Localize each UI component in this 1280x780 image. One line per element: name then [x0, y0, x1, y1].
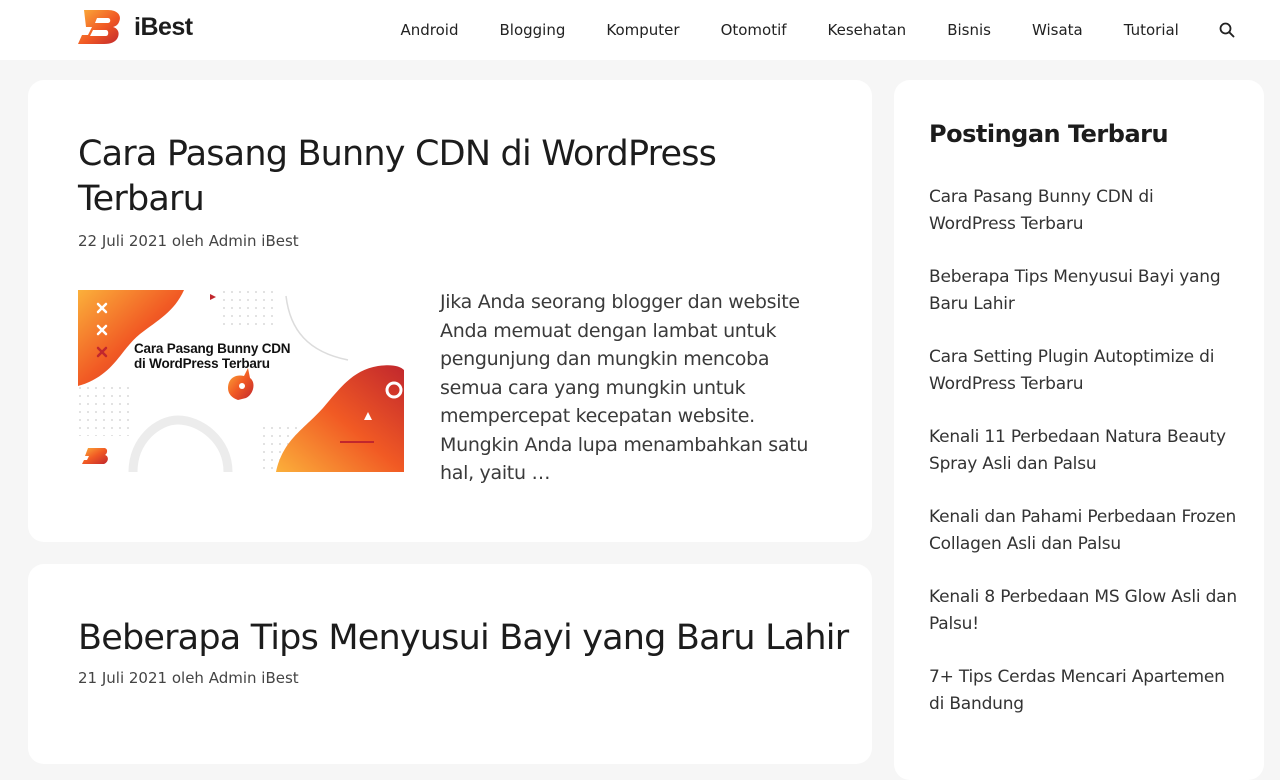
nav-item-android[interactable]: Android: [380, 21, 479, 39]
post-date[interactable]: 21 Juli 2021: [78, 669, 167, 687]
post-card: Beberapa Tips Menyusui Bayi yang Baru La…: [28, 564, 872, 764]
post-author[interactable]: Admin iBest: [209, 232, 299, 250]
post-by: oleh: [171, 232, 204, 250]
list-item: Cara Setting Plugin Autoptimize di WordP…: [929, 344, 1239, 424]
thumbnail-caption-line2: di WordPress Terbaru: [134, 356, 270, 371]
post-thumbnail[interactable]: Cara Pasang Bunny CDN di WordPress Terba…: [78, 290, 404, 472]
ibest-logo-icon: [78, 10, 120, 44]
list-item: Kenali 11 Perbedaan Natura Beauty Spray …: [929, 424, 1239, 504]
post-date[interactable]: 22 Juli 2021: [78, 232, 167, 250]
list-item: Cara Pasang Bunny CDN di WordPress Terba…: [929, 184, 1239, 264]
search-icon: [1219, 22, 1235, 38]
thumbnail-caption: Cara Pasang Bunny CDN di WordPress Terba…: [134, 341, 291, 371]
search-button[interactable]: [1199, 22, 1255, 38]
list-item: Beberapa Tips Menyusui Bayi yang Baru La…: [929, 264, 1239, 344]
thumbnail-graphic: [78, 290, 404, 472]
recent-posts-list: Cara Pasang Bunny CDN di WordPress Terba…: [929, 184, 1239, 744]
post-author[interactable]: Admin iBest: [209, 669, 299, 687]
recent-post-link[interactable]: Beberapa Tips Menyusui Bayi yang Baru La…: [929, 264, 1239, 318]
recent-post-link[interactable]: Cara Pasang Bunny CDN di WordPress Terba…: [929, 184, 1239, 238]
nav-item-blogging[interactable]: Blogging: [479, 21, 586, 39]
nav-item-bisnis[interactable]: Bisnis: [927, 21, 1012, 39]
site-logo[interactable]: iBest: [78, 8, 193, 46]
sidebar-widget: Postingan Terbaru Cara Pasang Bunny CDN …: [894, 80, 1264, 780]
nav-item-tutorial[interactable]: Tutorial: [1103, 21, 1199, 39]
list-item: Kenali dan Pahami Perbedaan Frozen Colla…: [929, 504, 1239, 584]
nav-item-kesehatan[interactable]: Kesehatan: [807, 21, 927, 39]
nav-item-komputer[interactable]: Komputer: [586, 21, 700, 39]
nav-item-wisata[interactable]: Wisata: [1011, 21, 1103, 39]
post-title-link[interactable]: Beberapa Tips Menyusui Bayi yang Baru La…: [78, 616, 858, 661]
post-meta: 21 Juli 2021 oleh Admin iBest: [78, 669, 299, 687]
list-item: 7+ Tips Cerdas Mencari Apartemen di Band…: [929, 664, 1239, 744]
recent-post-link[interactable]: Kenali 11 Perbedaan Natura Beauty Spray …: [929, 424, 1239, 478]
main-nav: Android Blogging Komputer Otomotif Keseh…: [380, 0, 1255, 60]
site-name: iBest: [134, 12, 193, 41]
post-excerpt: Jika Anda seorang blogger dan website An…: [440, 291, 809, 484]
site-header: iBest Android Blogging Komputer Otomotif…: [0, 0, 1280, 60]
post-by: oleh: [171, 669, 204, 687]
recent-post-link[interactable]: Kenali 8 Perbedaan MS Glow Asli dan Pals…: [929, 584, 1239, 638]
list-item: Kenali 8 Perbedaan MS Glow Asli dan Pals…: [929, 584, 1239, 664]
post-card: Cara Pasang Bunny CDN di WordPress Terba…: [28, 80, 872, 542]
nav-item-otomotif[interactable]: Otomotif: [700, 21, 807, 39]
post-meta: 22 Juli 2021 oleh Admin iBest: [78, 232, 299, 250]
recent-post-link[interactable]: 7+ Tips Cerdas Mencari Apartemen di Band…: [929, 664, 1239, 718]
thumbnail-caption-line1: Cara Pasang Bunny CDN: [134, 341, 291, 356]
recent-post-link[interactable]: Kenali dan Pahami Perbedaan Frozen Colla…: [929, 504, 1239, 558]
recent-post-link[interactable]: Cara Setting Plugin Autoptimize di WordP…: [929, 344, 1239, 398]
widget-title: Postingan Terbaru: [929, 120, 1169, 148]
post-title-link[interactable]: Cara Pasang Bunny CDN di WordPress Terba…: [78, 132, 798, 222]
